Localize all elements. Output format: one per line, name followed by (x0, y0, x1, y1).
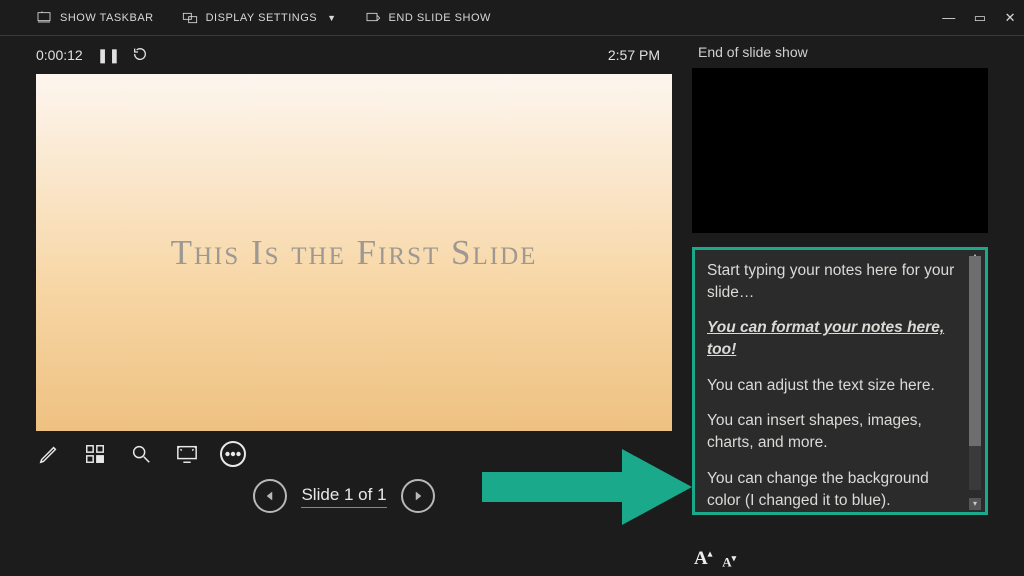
timer-row: 0:00:12 ❚❚ 2:57 PM (0, 36, 688, 74)
wall-clock: 2:57 PM (608, 47, 672, 63)
more-options-button[interactable] (220, 441, 246, 467)
notes-line: You can insert shapes, images, charts, a… (707, 410, 965, 453)
see-all-slides-button[interactable] (82, 441, 108, 467)
presenter-main-panel: 0:00:12 ❚❚ 2:57 PM This Is the First Sli… (0, 36, 688, 544)
elapsed-timer: 0:00:12 (36, 47, 83, 63)
pause-timer-button[interactable]: ❚❚ (97, 47, 120, 64)
taskbar-icon (36, 10, 52, 26)
end-slideshow-icon (365, 10, 381, 26)
next-slide-preview[interactable] (692, 68, 988, 233)
notes-line: Start typing your notes here for your sl… (707, 260, 965, 303)
end-slideshow-label: END SLIDE SHOW (389, 12, 491, 24)
slide-title-text: This Is the First Slide (171, 233, 538, 273)
pen-icon (38, 443, 60, 465)
black-screen-button[interactable] (174, 441, 200, 467)
next-slide-label: End of slide show (692, 36, 1016, 62)
ellipsis-icon (222, 443, 244, 465)
screen-icon (176, 443, 198, 465)
presenter-side-panel: End of slide show Start typing your note… (688, 36, 1024, 544)
end-slideshow-button[interactable]: END SLIDE SHOW (365, 10, 491, 26)
notes-line: You can change the background color (I c… (707, 468, 965, 511)
chevron-right-icon (412, 490, 424, 502)
current-slide-preview[interactable]: This Is the First Slide (36, 74, 672, 431)
show-taskbar-button[interactable]: SHOW TASKBAR (36, 10, 154, 26)
display-settings-label: DISPLAY SETTINGS (206, 12, 318, 24)
reload-icon (132, 46, 148, 62)
display-settings-icon (182, 10, 198, 26)
zoom-button[interactable] (128, 441, 154, 467)
scroll-down-button[interactable]: ▾ (969, 498, 981, 510)
reset-timer-button[interactable] (132, 46, 148, 65)
show-taskbar-label: SHOW TASKBAR (60, 12, 154, 24)
notes-scrollbar-thumb[interactable] (969, 256, 981, 446)
presenter-tools (0, 431, 688, 467)
magnifier-icon (130, 443, 152, 465)
slide-counter[interactable]: Slide 1 of 1 (301, 485, 386, 508)
minimize-button[interactable]: — (942, 10, 956, 25)
next-slide-button[interactable] (401, 479, 435, 513)
chevron-left-icon (264, 490, 276, 502)
speaker-notes-panel[interactable]: Start typing your notes here for your sl… (692, 247, 988, 515)
grid-icon (84, 443, 106, 465)
notes-font-size-controls: A▴ A▾ (694, 548, 736, 570)
notes-line: You can format your notes here, too! (707, 317, 965, 360)
notes-line: You can adjust the text size here. (707, 375, 965, 397)
close-button[interactable]: ✕ (1005, 10, 1016, 26)
pen-tool-button[interactable] (36, 441, 62, 467)
increase-font-button[interactable]: A▴ (694, 548, 712, 570)
slide-navigation: Slide 1 of 1 (0, 479, 688, 513)
prev-slide-button[interactable] (253, 479, 287, 513)
window-controls: — ▭ ✕ (942, 10, 1016, 26)
dropdown-caret-icon: ▼ (327, 13, 336, 23)
decrease-font-button[interactable]: A▾ (722, 553, 736, 570)
maximize-button[interactable]: ▭ (974, 10, 987, 26)
display-settings-button[interactable]: DISPLAY SETTINGS ▼ (182, 10, 337, 26)
top-toolbar: SHOW TASKBAR DISPLAY SETTINGS ▼ END SLID… (0, 0, 1024, 36)
